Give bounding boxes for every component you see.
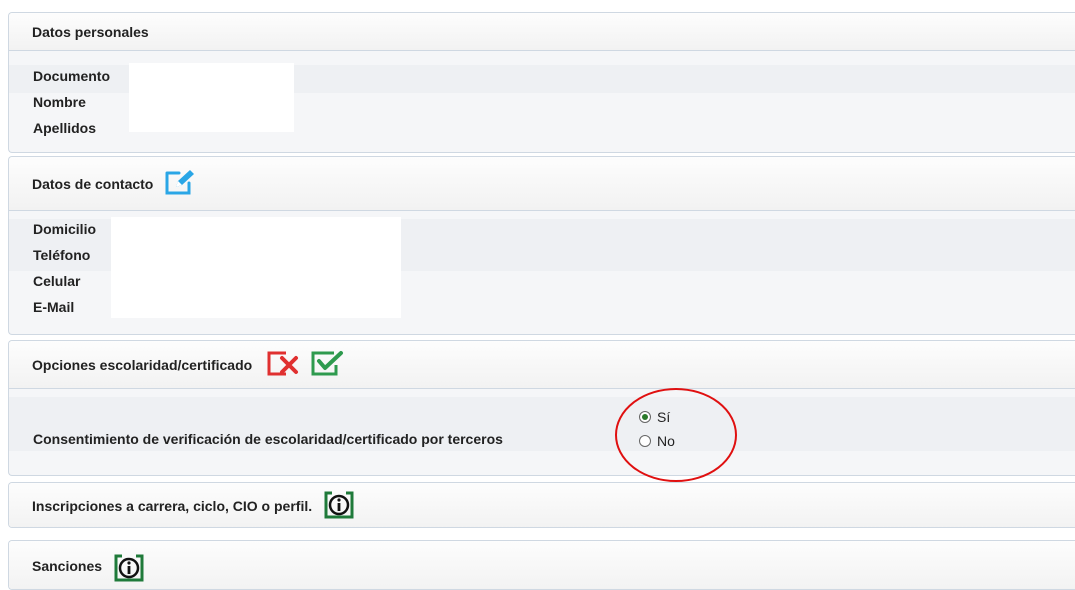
personal-data-title: Datos personales: [32, 23, 149, 40]
field-apellidos: Apellidos: [33, 120, 97, 136]
consent-label: Consentimiento de verificación de escola…: [33, 431, 503, 447]
edit-icon[interactable]: [163, 167, 197, 200]
contact-data-title: Datos de contacto: [32, 175, 154, 192]
enrollments-title: Inscripciones a carrera, ciclo, CIO o pe…: [32, 498, 313, 514]
field-celular: Celular: [33, 273, 81, 289]
field-domicilio: Domicilio: [33, 221, 97, 237]
personal-data-body: Documento Nombre Apellidos: [9, 51, 1075, 152]
contact-data-body: Domicilio Teléfono Celular E-Mail: [9, 211, 1075, 334]
schooling-options-title: Opciones escolaridad/certificado: [32, 356, 253, 373]
contact-data-panel: Datos de contacto Domicilio Teléfono Cel…: [8, 156, 1075, 335]
enrollments-panel: Inscripciones a carrera, ciclo, CIO o pe…: [8, 482, 1075, 528]
redacted-personal-values: [129, 63, 294, 132]
sanctions-title: Sanciones: [32, 558, 103, 574]
accept-icon[interactable]: [310, 349, 344, 380]
info-icon[interactable]: [322, 490, 356, 523]
info-icon[interactable]: [112, 553, 146, 586]
schooling-options-panel: Opciones escolaridad/certificado Consent…: [8, 340, 1075, 476]
personal-data-header: Datos personales: [9, 13, 1075, 51]
field-nombre: Nombre: [33, 94, 86, 110]
schooling-options-body: Consentimiento de verificación de escola…: [9, 389, 1075, 475]
personal-data-panel: Datos personales Documento Nombre Apelli…: [8, 12, 1075, 153]
annotation-circle: [615, 388, 737, 482]
reject-icon[interactable]: [266, 349, 300, 380]
field-email: E-Mail: [33, 299, 75, 315]
schooling-options-header: Opciones escolaridad/certificado: [9, 341, 1075, 389]
field-telefono: Teléfono: [33, 247, 91, 263]
sanctions-panel: Sanciones: [8, 540, 1075, 590]
sanctions-header: Sanciones: [9, 541, 1075, 589]
field-documento: Documento: [33, 68, 110, 84]
enrollments-header: Inscripciones a carrera, ciclo, CIO o pe…: [9, 483, 1075, 527]
contact-data-header: Datos de contacto: [9, 157, 1075, 211]
redacted-contact-values: [111, 217, 401, 318]
